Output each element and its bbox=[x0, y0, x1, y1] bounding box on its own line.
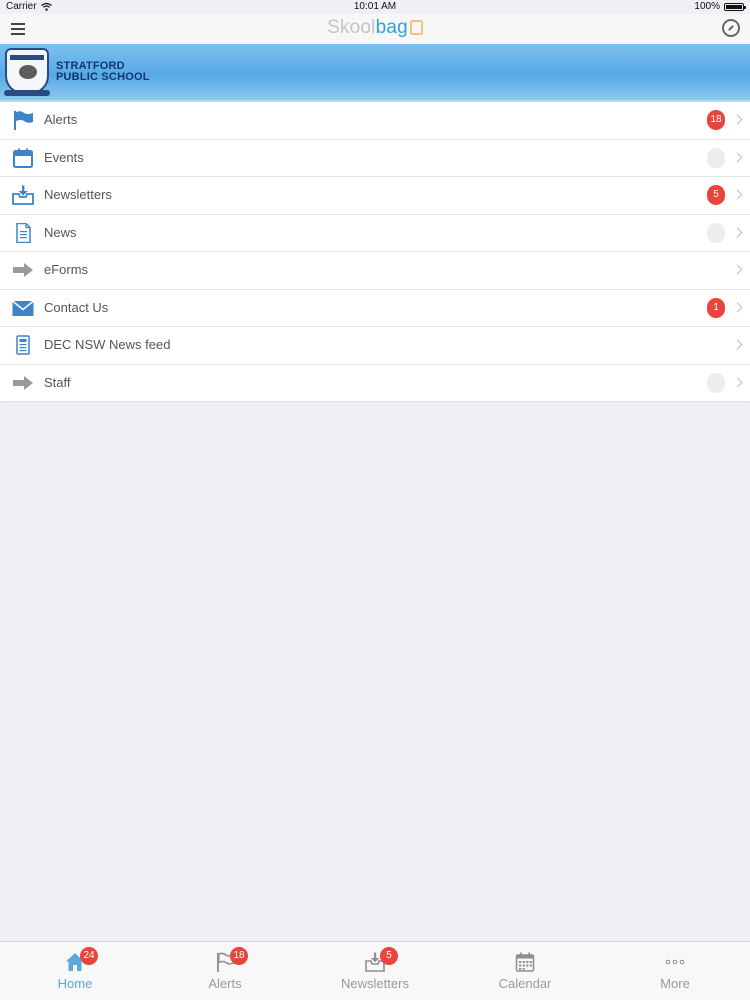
arrow-right-icon bbox=[13, 263, 33, 277]
menu-item-alerts[interactable]: Alerts 18 bbox=[0, 102, 750, 140]
chevron-right-icon bbox=[732, 377, 743, 387]
tab-label: Newsletters bbox=[341, 976, 409, 991]
menu-item-label: Alerts bbox=[44, 112, 78, 127]
menu-item-events[interactable]: Events bbox=[0, 140, 750, 177]
refresh-icon[interactable] bbox=[722, 19, 740, 37]
book-icon bbox=[409, 20, 423, 35]
tab-home[interactable]: 24 Home bbox=[0, 942, 150, 1000]
calendar-icon bbox=[13, 148, 33, 168]
more-dots-icon bbox=[665, 959, 685, 965]
menu-item-label: eForms bbox=[44, 262, 89, 277]
battery-icon bbox=[724, 2, 746, 11]
status-bar: Carrier 10:01 AM 100% bbox=[0, 0, 750, 14]
tab-alerts[interactable]: 18 Alerts bbox=[150, 942, 300, 1000]
battery-percent: 100% bbox=[694, 1, 720, 12]
tab-label: More bbox=[660, 976, 690, 991]
app-logo: Skoolbag bbox=[0, 17, 750, 39]
menu-list: Alerts 18 Events Newsletters 5 News eFor… bbox=[0, 102, 750, 401]
count-badge: 5 bbox=[707, 185, 725, 205]
chevron-right-icon bbox=[732, 189, 743, 200]
menu-item-staff[interactable]: Staff bbox=[0, 365, 750, 402]
chevron-right-icon bbox=[732, 227, 743, 237]
flag-icon bbox=[14, 111, 33, 130]
status-time: 10:01 AM bbox=[353, 1, 397, 12]
school-name-line2: PUBLIC SCHOOL bbox=[56, 71, 150, 83]
status-right: 100% bbox=[694, 1, 746, 12]
count-badge bbox=[707, 147, 725, 168]
count-badge bbox=[707, 222, 725, 243]
school-name: STRATFORD PUBLIC SCHOOL bbox=[56, 61, 150, 83]
menu-item-dec-nsw-news-feed[interactable]: DEC NSW News feed bbox=[0, 327, 750, 365]
menu-item-newsletters[interactable]: Newsletters 5 bbox=[0, 177, 750, 215]
chevron-right-icon bbox=[732, 339, 743, 350]
count-badge: 18 bbox=[707, 110, 725, 130]
menu-item-label: DEC NSW News feed bbox=[44, 337, 171, 352]
document-icon bbox=[16, 222, 31, 243]
chevron-right-icon bbox=[732, 302, 743, 312]
chevron-right-icon bbox=[732, 152, 743, 162]
calendar-icon bbox=[515, 952, 535, 972]
nav-bar: Skoolbag bbox=[0, 14, 750, 44]
tab-calendar[interactable]: Calendar bbox=[450, 942, 600, 1000]
menu-item-label: Events bbox=[44, 149, 84, 165]
count-badge bbox=[707, 372, 725, 393]
menu-item-contact-us[interactable]: Contact Us 1 bbox=[0, 290, 750, 327]
school-crest-icon bbox=[4, 48, 50, 96]
tab-bar: 24 Home 18 Alerts 5 Newsletters Calendar… bbox=[0, 941, 750, 1000]
tab-label: Calendar bbox=[498, 976, 552, 991]
tab-newsletters[interactable]: 5 Newsletters bbox=[300, 942, 450, 1000]
menu-item-eforms[interactable]: eForms bbox=[0, 252, 750, 290]
tab-label: Alerts bbox=[208, 976, 242, 991]
menu-item-news[interactable]: News bbox=[0, 215, 750, 252]
news-feed-icon bbox=[16, 335, 30, 355]
chevron-right-icon bbox=[732, 114, 743, 125]
tab-badge: 24 bbox=[80, 947, 98, 965]
logo-text-skool: Skool bbox=[327, 17, 376, 38]
school-banner: STRATFORD PUBLIC SCHOOL bbox=[0, 44, 750, 102]
inbox-download-icon bbox=[12, 185, 34, 205]
menu-item-label: Newsletters bbox=[44, 187, 112, 202]
tab-badge: 18 bbox=[230, 947, 248, 965]
tab-label: Home bbox=[57, 976, 93, 991]
tab-badge: 5 bbox=[380, 947, 398, 965]
menu-item-label: News bbox=[44, 224, 77, 240]
chevron-right-icon bbox=[732, 264, 743, 275]
menu-item-label: Staff bbox=[44, 374, 71, 390]
tab-more[interactable]: More bbox=[600, 942, 750, 1000]
menu-item-label: Contact Us bbox=[44, 299, 109, 315]
count-badge: 1 bbox=[707, 297, 725, 318]
logo-text-bag: bag bbox=[375, 17, 408, 38]
arrow-right-icon bbox=[13, 375, 33, 390]
envelope-icon bbox=[12, 299, 34, 316]
